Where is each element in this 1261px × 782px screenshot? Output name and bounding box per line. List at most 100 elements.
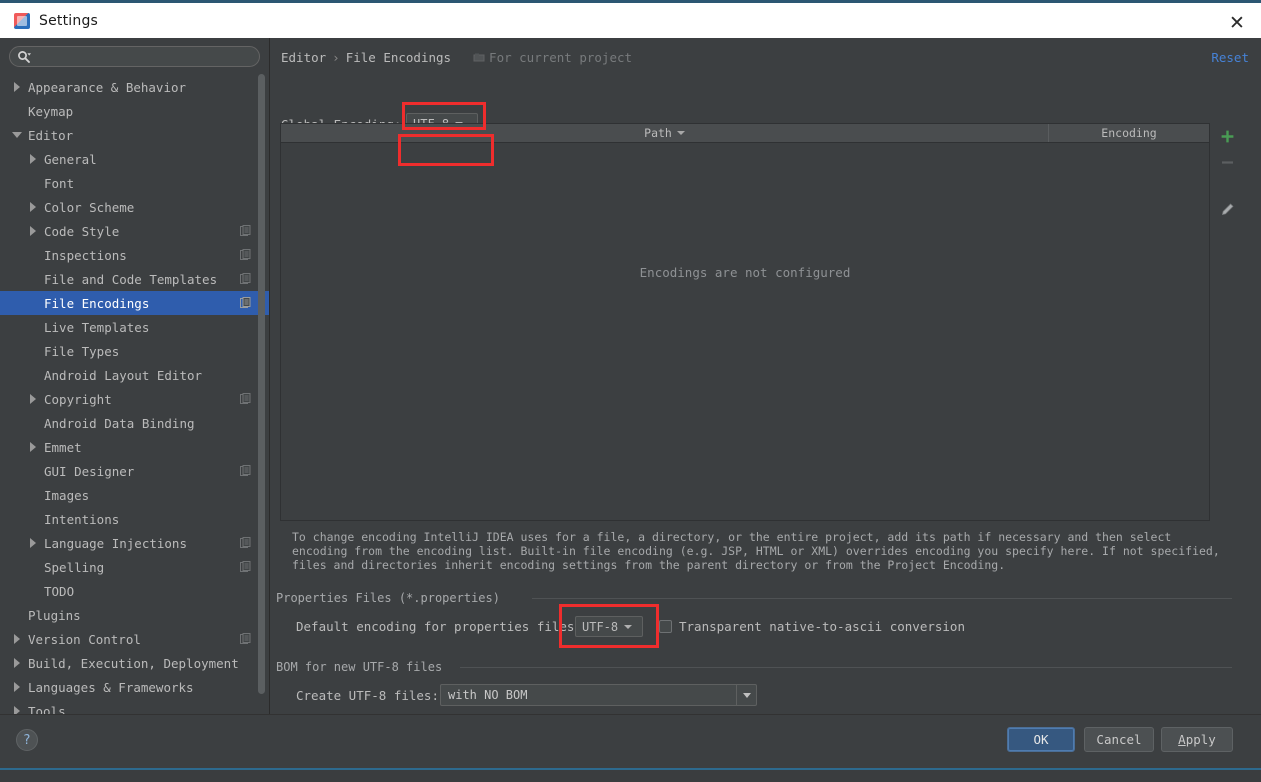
sidebar-item-copyright[interactable]: Copyright (0, 387, 269, 411)
search-input[interactable] (38, 47, 253, 66)
chevron-right-icon[interactable] (12, 657, 24, 669)
chevron-down-icon[interactable] (12, 129, 24, 141)
search-box[interactable] (9, 46, 260, 67)
sidebar-item-version-control[interactable]: Version Control (0, 627, 269, 651)
breadcrumb-leaf: File Encodings (345, 50, 452, 65)
search-container (0, 38, 269, 73)
create-utf8-combo[interactable]: with NO BOM (440, 684, 757, 706)
sidebar-item-appearance-behavior[interactable]: Appearance & Behavior (0, 75, 269, 99)
sidebar-item-file-encodings[interactable]: File Encodings (0, 291, 269, 315)
sidebar-item-label: Keymap (28, 103, 74, 119)
sidebar-item-plugins[interactable]: Plugins (0, 603, 269, 627)
sidebar-item-label: Version Control (28, 631, 141, 647)
chevron-right-icon[interactable] (12, 705, 24, 714)
apply-button[interactable]: Apply (1161, 727, 1233, 752)
column-header-encoding[interactable]: Encoding (1049, 124, 1209, 142)
cancel-button[interactable]: Cancel (1084, 727, 1154, 752)
bom-section-divider (460, 667, 1232, 668)
sidebar-item-images[interactable]: Images (0, 483, 269, 507)
add-button[interactable] (1214, 123, 1240, 149)
settings-sidebar: Appearance & Behavior Keymap Editor General… (0, 38, 270, 714)
chevron-right-icon[interactable] (12, 81, 24, 93)
settings-tree: Appearance & Behavior Keymap Editor General… (0, 73, 269, 714)
table-body: Encodings are not configured (281, 143, 1209, 520)
properties-encoding-combo[interactable]: UTF-8 (575, 616, 643, 637)
reset-link[interactable]: Reset (1211, 50, 1249, 65)
create-utf8-label: Create UTF-8 files: (296, 688, 439, 703)
properties-section-title: Properties Files (*.properties) (276, 591, 508, 605)
edit-button[interactable] (1214, 197, 1240, 223)
sidebar-item-build-execution-deployment[interactable]: Build, Execution, Deployment (0, 651, 269, 675)
sidebar-item-file-types[interactable]: File Types (0, 339, 269, 363)
chevron-right-icon[interactable] (28, 153, 40, 165)
sidebar-item-spelling[interactable]: Spelling (0, 555, 269, 579)
sidebar-item-label: Language Injections (44, 535, 187, 551)
breadcrumb-separator: › (332, 50, 340, 65)
sidebar-item-gui-designer[interactable]: GUI Designer (0, 459, 269, 483)
sidebar-item-inspections[interactable]: Inspections (0, 243, 269, 267)
sidebar-item-android-layout-editor[interactable]: Android Layout Editor (0, 363, 269, 387)
sidebar-item-keymap[interactable]: Keymap (0, 99, 269, 123)
help-button[interactable]: ? (16, 729, 38, 751)
create-utf8-value: with NO BOM (448, 688, 528, 702)
sidebar-item-color-scheme[interactable]: Color Scheme (0, 195, 269, 219)
transparent-native-to-ascii-checkbox[interactable] (659, 620, 672, 633)
sidebar-item-live-templates[interactable]: Live Templates (0, 315, 269, 339)
sidebar-item-intentions[interactable]: Intentions (0, 507, 269, 531)
sidebar-item-code-style[interactable]: Code Style (0, 219, 269, 243)
project-scope-icon (473, 52, 485, 64)
sidebar-item-tools[interactable]: Tools (0, 699, 269, 714)
breadcrumb: Editor › File Encodings For current proj… (281, 50, 632, 65)
chevron-down-icon (624, 624, 633, 629)
sidebar-item-language-injections[interactable]: Language Injections (0, 531, 269, 555)
apply-button-rest: pply (1185, 732, 1216, 747)
properties-encoding-value: UTF-8 (582, 619, 619, 634)
close-icon[interactable]: ✕ (1227, 13, 1247, 33)
file-encodings-panel: Editor › File Encodings For current proj… (270, 38, 1261, 714)
chevron-right-icon[interactable] (28, 537, 40, 549)
sidebar-item-android-data-binding[interactable]: Android Data Binding (0, 411, 269, 435)
ok-button[interactable]: OK (1007, 727, 1075, 752)
sidebar-item-file-and-code-templates[interactable]: File and Code Templates (0, 267, 269, 291)
sidebar-item-label: Inspections (44, 247, 127, 263)
project-scope-icon (240, 465, 251, 477)
chevron-right-icon[interactable] (28, 393, 40, 405)
chevron-right-icon[interactable] (12, 681, 24, 693)
window-title: Settings (39, 12, 99, 29)
chevron-right-icon[interactable] (28, 441, 40, 453)
sidebar-item-languages-frameworks[interactable]: Languages & Frameworks (0, 675, 269, 699)
sidebar-item-label: GUI Designer (44, 463, 135, 479)
scope-note: For current project (473, 50, 632, 65)
sidebar-item-label: Intentions (44, 511, 120, 527)
chevron-right-icon[interactable] (12, 633, 24, 645)
breadcrumb-root[interactable]: Editor (281, 50, 326, 65)
project-scope-icon (240, 249, 251, 261)
project-scope-icon (240, 225, 251, 237)
dialog-footer: ? OK Cancel Apply (0, 714, 1261, 768)
apply-button-mnemonic: A (1178, 732, 1186, 747)
chevron-right-icon[interactable] (28, 225, 40, 237)
column-header-path-label: Path (644, 126, 672, 140)
chevron-right-icon[interactable] (28, 201, 40, 213)
project-scope-icon (240, 297, 251, 309)
sidebar-item-font[interactable]: Font (0, 171, 269, 195)
sidebar-item-label: Color Scheme (44, 199, 135, 215)
sidebar-item-label: File Types (44, 343, 120, 359)
sidebar-item-label: Plugins (28, 607, 81, 623)
sidebar-item-editor[interactable]: Editor (0, 123, 269, 147)
encodings-table: Path Encoding Encodings are not configur… (280, 123, 1210, 521)
sidebar-item-emmet[interactable]: Emmet (0, 435, 269, 459)
remove-button (1214, 149, 1240, 175)
sidebar-item-general[interactable]: General (0, 147, 269, 171)
sidebar-item-label: Languages & Frameworks (28, 679, 194, 695)
sidebar-item-label: Code Style (44, 223, 120, 239)
sidebar-item-todo[interactable]: TODO (0, 579, 269, 603)
sidebar-scrollbar[interactable] (258, 74, 265, 710)
sidebar-scrollbar-thumb[interactable] (258, 74, 265, 694)
column-header-path[interactable]: Path (281, 124, 1049, 142)
